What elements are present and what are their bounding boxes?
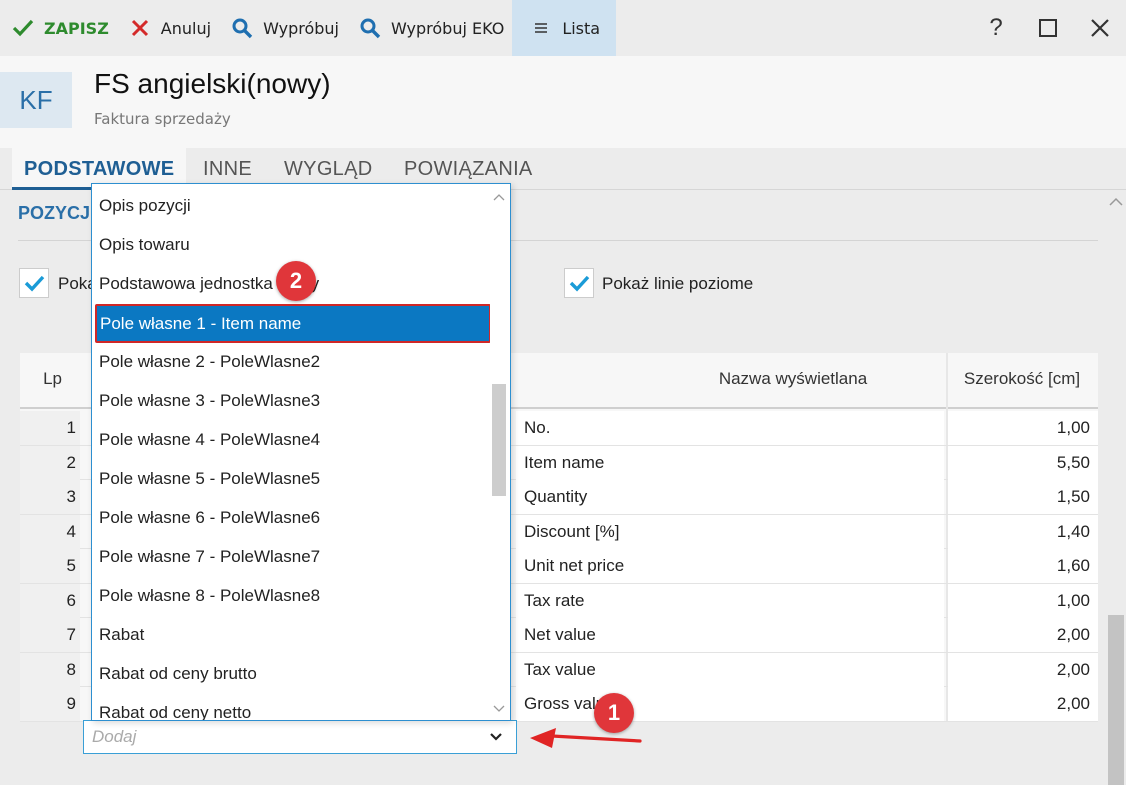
cell-szerokosc[interactable]: 1,00	[948, 583, 1098, 618]
cell-nazwa[interactable]: Unit net price	[516, 549, 944, 583]
dropdown-option[interactable]: Opis pozycji	[92, 186, 490, 225]
try-label: Wypróbuj	[263, 18, 339, 38]
annotation-arrow-icon	[530, 728, 642, 748]
cell-lp: 1	[20, 411, 80, 445]
collapse-icon[interactable]	[1108, 196, 1124, 212]
list-label: Lista	[562, 18, 601, 38]
cell-nazwa[interactable]: Tax value	[516, 652, 944, 687]
dropdown-option[interactable]: Rabat	[92, 615, 490, 654]
cell-lp: 9	[20, 687, 80, 721]
cell-lp: 6	[20, 583, 80, 618]
column-header-lp[interactable]: Lp	[20, 353, 80, 409]
close-icon	[129, 17, 151, 39]
cell-nazwa[interactable]: Discount [%]	[516, 514, 944, 549]
add-column-placeholder: Dodaj	[92, 727, 137, 746]
add-column-select[interactable]: Dodaj	[83, 720, 517, 754]
cell-szerokosc[interactable]: 5,50	[948, 445, 1098, 480]
cell-szerokosc[interactable]: 1,60	[948, 549, 1098, 583]
list-button[interactable]: Lista	[512, 0, 617, 56]
cell-nazwa[interactable]: No.	[516, 411, 944, 445]
cell-szerokosc[interactable]: 2,00	[948, 618, 1098, 652]
column-header-szerokosc[interactable]: Szerokość [cm]	[946, 353, 1098, 409]
section-title: POZYCJ	[18, 203, 91, 223]
cell-szerokosc[interactable]: 1,50	[948, 480, 1098, 514]
cell-szerokosc[interactable]: 2,00	[948, 687, 1098, 721]
cell-lp: 4	[20, 514, 80, 549]
cell-nazwa[interactable]: Item name	[516, 445, 944, 480]
dropdown-option[interactable]: Rabat od ceny netto	[92, 693, 490, 720]
dropdown-option[interactable]: Pole własne 7 - PoleWlasne7	[92, 537, 490, 576]
document-type-badge: KF	[0, 72, 72, 128]
try-eko-button[interactable]: Wypróbuj EKO	[347, 0, 512, 56]
checkmark-icon	[569, 275, 590, 292]
checkmark-icon	[24, 275, 45, 292]
toolbar: ZAPISZ Anuluj Wypróbuj Wypróbuj EKO List…	[0, 0, 1126, 56]
cell-nazwa[interactable]: Tax rate	[516, 583, 944, 618]
dropdown-option[interactable]: Rabat od ceny brutto	[92, 654, 490, 693]
cell-nazwa[interactable]: Quantity	[516, 480, 944, 514]
try-button[interactable]: Wypróbuj	[219, 0, 347, 56]
cell-szerokosc[interactable]: 1,00	[948, 411, 1098, 445]
checkmark-icon	[12, 17, 34, 39]
document-header: KF FS angielski(nowy) Faktura sprzedaży	[0, 56, 1126, 148]
maximize-icon	[1039, 19, 1057, 37]
annotation-badge-2: 2	[276, 261, 316, 301]
dropdown-option[interactable]: Pole własne 5 - PoleWlasne5	[92, 459, 490, 498]
cell-nazwa[interactable]: Net value	[516, 618, 944, 652]
show-columns-checkbox[interactable]	[19, 268, 49, 298]
dropdown-option[interactable]: Pole własne 2 - PoleWlasne2	[92, 342, 490, 381]
page-subtitle: Faktura sprzedaży	[94, 110, 231, 128]
dropdown-option[interactable]: Pole własne 6 - PoleWlasne6	[92, 498, 490, 537]
close-window-button[interactable]	[1074, 0, 1126, 56]
cell-szerokosc[interactable]: 2,00	[948, 652, 1098, 687]
cell-szerokosc[interactable]: 1,40	[948, 514, 1098, 549]
cell-lp: 8	[20, 652, 80, 687]
cell-lp: 7	[20, 618, 80, 652]
cell-nazwa[interactable]: Gross value	[516, 687, 944, 721]
cell-lp: 2	[20, 445, 80, 480]
close-icon	[1091, 19, 1109, 37]
checkbox-label: Pokaż linie poziome	[602, 274, 754, 293]
chevron-down-icon	[490, 733, 502, 741]
dropdown-scrollbar-thumb[interactable]	[492, 384, 506, 496]
try-eko-label: Wypróbuj EKO	[390, 18, 505, 38]
maximize-button[interactable]	[1022, 0, 1074, 56]
show-horizontal-lines-checkbox[interactable]	[564, 268, 594, 298]
save-button[interactable]: ZAPISZ	[0, 0, 117, 56]
cancel-button[interactable]: Anuluj	[117, 0, 219, 56]
search-icon	[231, 17, 253, 39]
cancel-label: Anuluj	[160, 18, 212, 38]
window-controls: ?	[970, 0, 1126, 56]
dropdown-option-selected[interactable]: Pole własne 1 - Item name	[95, 304, 491, 343]
cell-lp: 5	[20, 549, 80, 583]
scroll-up-icon[interactable]	[493, 190, 505, 204]
help-button[interactable]: ?	[970, 0, 1022, 56]
help-icon: ?	[989, 14, 1003, 41]
save-label: ZAPISZ	[44, 18, 109, 38]
main-scrollbar-thumb[interactable]	[1108, 615, 1124, 785]
search-icon	[359, 17, 381, 39]
hamburger-icon	[530, 17, 552, 39]
scroll-down-icon[interactable]	[493, 702, 505, 716]
cell-lp: 3	[20, 480, 80, 514]
annotation-badge-1: 1	[594, 693, 634, 733]
dropdown-option[interactable]: Pole własne 8 - PoleWlasne8	[92, 576, 490, 615]
page-title: FS angielski(nowy)	[94, 68, 331, 99]
dropdown-option[interactable]: Pole własne 3 - PoleWlasne3	[92, 381, 490, 420]
dropdown-option[interactable]: Opis towaru	[92, 225, 490, 264]
dropdown-option[interactable]: Pole własne 4 - PoleWlasne4	[92, 420, 490, 459]
